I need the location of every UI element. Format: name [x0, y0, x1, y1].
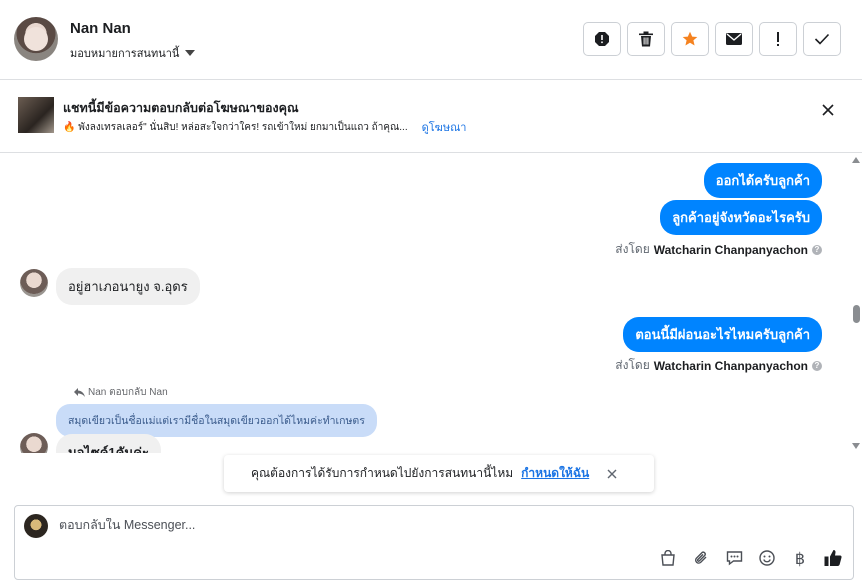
- message-thread: ออกได้ครับลูกค้า ลูกค้าอยู่จังหวัดอะไรคร…: [0, 153, 850, 453]
- reply-label: Nan ตอบกลับ Nan: [74, 385, 168, 400]
- follow-up-button[interactable]: [759, 22, 797, 56]
- message-bubble-outgoing[interactable]: ออกได้ครับลูกค้า: [703, 163, 822, 198]
- assign-to-me-link[interactable]: กำหนดให้ฉัน: [521, 464, 589, 483]
- sent-by-prefix: ส่งโดย: [615, 358, 650, 372]
- ad-thumbnail[interactable]: [18, 97, 54, 133]
- message-composer: ฿: [14, 505, 854, 580]
- star-icon: [682, 31, 698, 46]
- banner-text: 🔥 พังลงเทรลเลอร์" นั่นสิบ! หล่อสะใจกว่าใ…: [63, 121, 408, 133]
- close-icon[interactable]: [822, 104, 834, 116]
- baht-symbol: ฿: [794, 548, 806, 568]
- reply-arrow-icon: [74, 388, 85, 397]
- spam-icon: [595, 32, 609, 46]
- banner-title: แชทนี้มีข้อความตอบกลับต่อโฆษณาของคุณ: [63, 101, 299, 115]
- envelope-icon: [726, 33, 742, 45]
- help-icon[interactable]: ?: [812, 244, 822, 255]
- star-button[interactable]: [671, 22, 709, 56]
- mark-unread-button[interactable]: [715, 22, 753, 56]
- message-bubble-incoming[interactable]: อยู่ฮาเภอนายูง จ.อุดร: [56, 268, 200, 305]
- emoji-icon[interactable]: [757, 548, 777, 568]
- user-name[interactable]: Nan Nan: [70, 20, 131, 37]
- trash-icon: [639, 31, 653, 47]
- sent-by-line: ส่งโดย Watcharin Chanpanyachon ?: [615, 240, 822, 259]
- ad-reply-banner: แชทนี้มีข้อความตอบกลับต่อโฆษณาของคุณ 🔥 พ…: [0, 80, 862, 153]
- close-icon[interactable]: [607, 469, 617, 479]
- composer-toolbar: ฿: [658, 548, 843, 568]
- message-bubble-outgoing[interactable]: ตอนนี้มีผ่อนอะไรไหมครับลูกค้า: [623, 317, 822, 352]
- view-ad-link[interactable]: ดูโฆษณา: [422, 118, 467, 136]
- avatar[interactable]: [14, 17, 58, 61]
- scroll-thumb[interactable]: [853, 305, 860, 323]
- message-bubble-incoming[interactable]: มอไซค์1คันค่ะ: [56, 434, 161, 453]
- reply-label-text: Nan ตอบกลับ Nan: [88, 387, 168, 398]
- header-toolbar: [583, 22, 841, 56]
- shopping-bag-icon[interactable]: [658, 548, 678, 568]
- sent-by-prefix: ส่งโดย: [615, 242, 650, 256]
- conversation-header: Nan Nan มอบหมายการสนทนานี้: [0, 0, 862, 80]
- baht-icon[interactable]: ฿: [790, 548, 810, 568]
- saved-reply-icon[interactable]: [724, 548, 744, 568]
- avatar[interactable]: [20, 269, 48, 297]
- attachment-icon[interactable]: [691, 548, 711, 568]
- delete-button[interactable]: [627, 22, 665, 56]
- thumbs-up-icon[interactable]: [823, 548, 843, 568]
- sent-by-line: ส่งโดย Watcharin Chanpanyachon ?: [615, 356, 822, 375]
- assign-label: มอบหมายการสนทนานี้: [70, 48, 180, 60]
- scroll-down-icon[interactable]: [852, 443, 860, 449]
- page-avatar: [24, 514, 48, 538]
- sender-name[interactable]: Watcharin Chanpanyachon: [654, 359, 808, 373]
- toast-text: คุณต้องการได้รับการกำหนดไปยังการสนทนานี้…: [251, 466, 514, 480]
- mark-done-button[interactable]: [803, 22, 841, 56]
- quoted-message[interactable]: สมุดเขียวเป็นชื่อแม่แต่เรามีชื่อในสมุดเข…: [56, 404, 377, 437]
- avatar[interactable]: [20, 433, 48, 453]
- caret-down-icon: [185, 50, 196, 56]
- exclamation-icon: [777, 32, 779, 46]
- banner-body: 🔥 พังลงเทรลเลอร์" นั่นสิบ! หล่อสะใจกว่าใ…: [63, 118, 466, 136]
- check-icon: [814, 33, 830, 45]
- assign-dropdown[interactable]: มอบหมายการสนทนานี้: [70, 44, 196, 62]
- message-bubble-outgoing[interactable]: ลูกค้าอยู่จังหวัดอะไรครับ: [660, 200, 822, 235]
- reply-input[interactable]: [59, 518, 759, 532]
- scrollbar[interactable]: [850, 153, 862, 453]
- assign-reminder-toast: คุณต้องการได้รับการกำหนดไปยังการสนทนานี้…: [224, 455, 654, 492]
- help-icon[interactable]: ?: [812, 360, 822, 371]
- sender-name[interactable]: Watcharin Chanpanyachon: [654, 243, 808, 257]
- mark-spam-button[interactable]: [583, 22, 621, 56]
- scroll-up-icon[interactable]: [852, 157, 860, 163]
